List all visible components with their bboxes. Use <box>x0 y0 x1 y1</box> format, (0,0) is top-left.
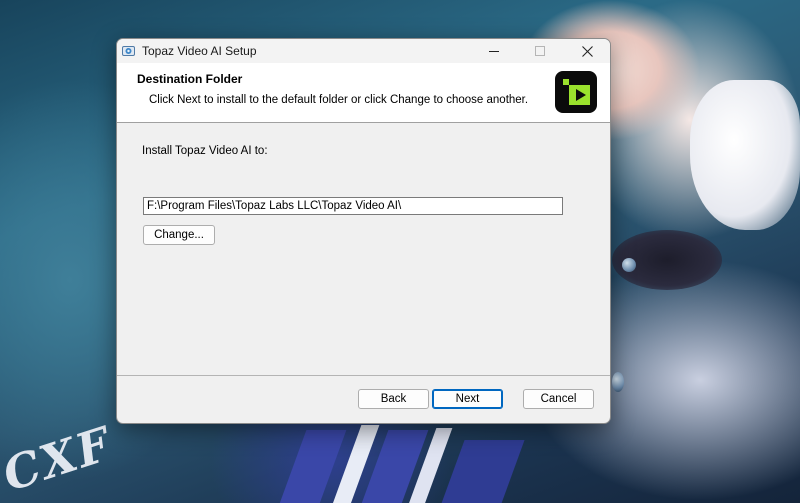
header-panel: Destination Folder Click Next to install… <box>117 63 610 123</box>
page-title: Destination Folder <box>137 72 243 86</box>
content-area: Install Topaz Video AI to: Change... <box>117 123 610 375</box>
cancel-button[interactable]: Cancel <box>523 389 594 409</box>
topaz-video-ai-logo <box>555 71 597 113</box>
wallpaper-decoration <box>435 440 525 503</box>
install-location-label: Install Topaz Video AI to: <box>142 145 268 157</box>
wallpaper-decoration: CXF <box>0 416 119 502</box>
back-button[interactable]: Back <box>358 389 429 409</box>
window-title: Topaz Video AI Setup <box>142 44 257 58</box>
maximize-icon <box>535 46 545 56</box>
change-button[interactable]: Change... <box>143 225 215 245</box>
maximize-button[interactable] <box>517 39 563 63</box>
next-button[interactable]: Next <box>432 389 503 409</box>
setup-dialog: Topaz Video AI Setup Destination Folder … <box>116 38 611 424</box>
install-path-field[interactable] <box>143 197 563 215</box>
page-description: Click Next to install to the default fol… <box>149 94 529 106</box>
wallpaper-decoration <box>690 80 800 230</box>
title-bar[interactable]: Topaz Video AI Setup <box>117 39 610 63</box>
wallpaper-decoration <box>612 372 624 392</box>
close-button[interactable] <box>564 39 610 63</box>
wallpaper-decoration <box>273 430 347 503</box>
close-icon <box>581 45 593 57</box>
minimize-button[interactable] <box>471 39 517 63</box>
minimize-icon <box>489 51 499 52</box>
wallpaper-decoration <box>622 258 636 272</box>
footer-divider <box>117 375 610 376</box>
installer-app-icon <box>122 44 136 58</box>
